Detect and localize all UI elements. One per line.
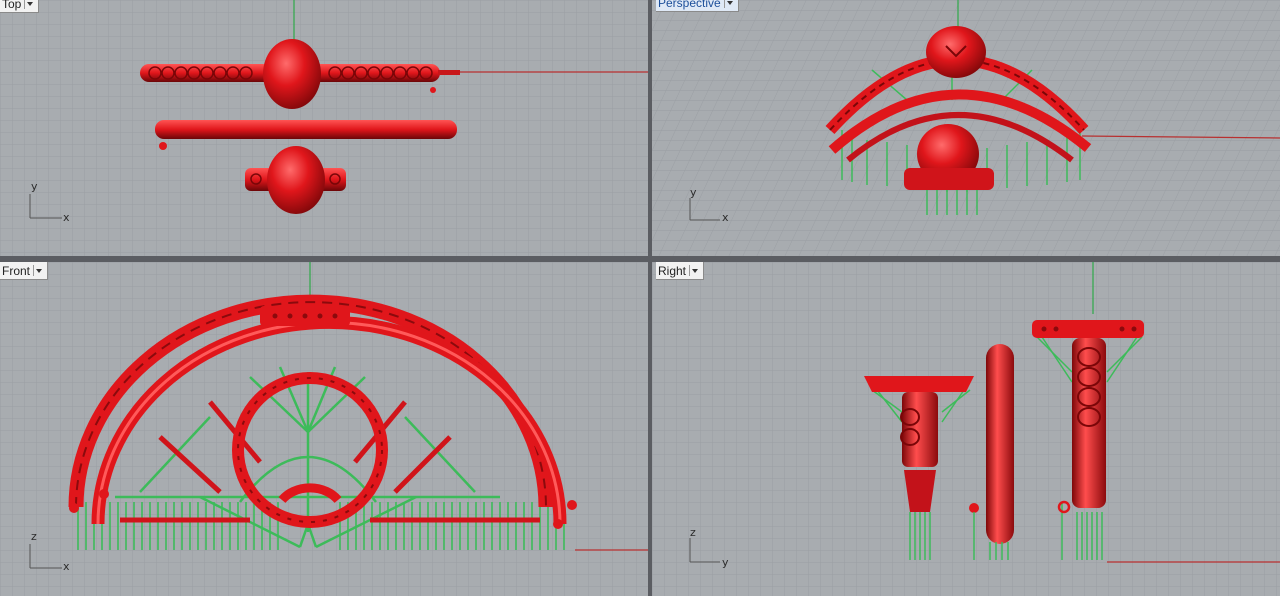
axis-label-z: z xyxy=(690,526,696,539)
axis-label-z: z xyxy=(31,530,37,543)
chevron-down-icon[interactable] xyxy=(33,265,43,276)
axis-label-y: y xyxy=(31,180,38,193)
viewport-title: Perspective xyxy=(658,0,721,10)
chevron-down-icon[interactable] xyxy=(24,0,34,9)
viewport-tab-right[interactable]: Right xyxy=(656,262,705,280)
axis-label-y: y xyxy=(690,186,697,199)
ring-gem xyxy=(267,146,325,214)
ring-side-top xyxy=(864,376,974,392)
viewport-title: Right xyxy=(658,263,687,278)
chain-side-top xyxy=(1032,320,1144,338)
front-viewport-scene xyxy=(0,262,648,596)
top-viewport-scene xyxy=(0,0,648,256)
front-viewport[interactable]: Front z x xyxy=(0,262,648,596)
bangle-bar xyxy=(155,120,457,139)
chevron-down-icon[interactable] xyxy=(689,265,699,276)
perspective-viewport-scene xyxy=(652,0,1280,256)
right-viewport[interactable]: Right z y xyxy=(652,262,1280,596)
viewport-layout: Top y x Perspective y x Front z x Right … xyxy=(0,0,1280,596)
perspective-viewport[interactable]: Perspective y x xyxy=(652,0,1280,256)
perspective-top-gem xyxy=(926,26,986,78)
top-viewport[interactable]: Top y x xyxy=(0,0,648,256)
axis-label-y: y xyxy=(722,556,729,569)
viewport-title: Top xyxy=(2,0,22,11)
axis-label-x: x xyxy=(722,211,729,224)
viewport-title: Front xyxy=(2,263,31,278)
chevron-down-icon[interactable] xyxy=(723,0,734,8)
axis-label-x: x xyxy=(63,560,70,573)
bangle-side xyxy=(986,344,1014,544)
viewport-tab-front[interactable]: Front xyxy=(0,262,49,280)
oval-gem xyxy=(263,39,321,109)
axis-label-x: x xyxy=(63,211,70,224)
viewport-tab-perspective[interactable]: Perspective xyxy=(656,0,739,12)
viewport-tab-top[interactable]: Top xyxy=(0,0,40,13)
right-viewport-scene xyxy=(652,262,1280,596)
